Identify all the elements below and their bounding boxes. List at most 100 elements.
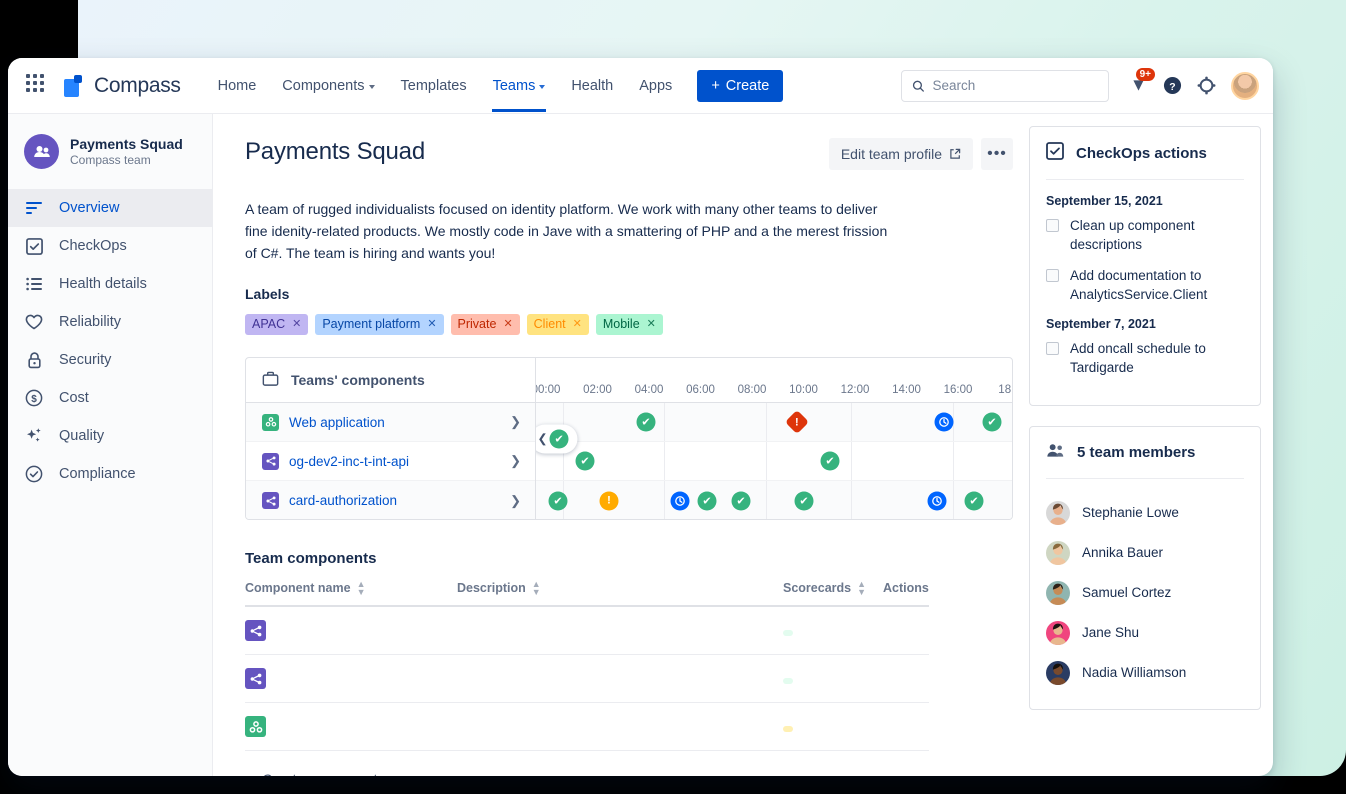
column-component-name[interactable]: Component name ▲▼ [245, 580, 457, 606]
brand-logo-and-name[interactable]: Compass [64, 74, 181, 98]
timeline-event-marker-ok[interactable]: ✔ [637, 413, 656, 432]
label-chip-payment-platform[interactable]: Payment platform ✕ [315, 314, 443, 335]
label-chip-client[interactable]: Client ✕ [527, 314, 589, 335]
sidebar-team-header: Payments Squad Compass team [8, 126, 212, 189]
page-more-actions-button[interactable]: ••• [981, 138, 1013, 170]
create-button[interactable]: + Create [697, 70, 783, 102]
label-chip-mobile[interactable]: Mobile ✕ [596, 314, 663, 335]
edit-team-profile-button[interactable]: Edit team profile [829, 138, 973, 170]
timeline-gridline [953, 481, 954, 519]
team-components-title: Team components [245, 550, 1029, 567]
chevron-right-icon[interactable]: ❯ [510, 453, 521, 469]
checkops-task[interactable]: Add oncall schedule to Tardigarde [1046, 339, 1244, 377]
timeline-event-marker-err[interactable]: ! [785, 410, 809, 434]
timeline-component-name[interactable]: Web application [289, 415, 385, 430]
member-name: Annika Bauer [1082, 545, 1163, 560]
avatar[interactable] [1231, 72, 1259, 100]
close-icon[interactable]: ✕ [427, 317, 436, 332]
task-checkbox[interactable] [1046, 269, 1059, 282]
timeline-event-marker-ok[interactable]: ✔ [698, 491, 717, 510]
timeline-scroll-left-button[interactable]: ❮ ✔ [536, 424, 578, 453]
cell-actions [883, 606, 929, 655]
avatar [1046, 541, 1070, 565]
timeline-row-og-dev2-inc-t-int-api[interactable]: og-dev2-inc-t-int-api ❯ [246, 442, 535, 481]
apps-grid-icon[interactable] [26, 74, 50, 98]
timeline-event-marker-warn[interactable]: ! [600, 491, 619, 510]
list-item[interactable]: Stephanie Lowe [1046, 493, 1244, 533]
chevron-right-icon[interactable]: ❯ [510, 493, 521, 509]
list-item[interactable]: Samuel Cortez [1046, 573, 1244, 613]
sidebar-item-label: Quality [59, 428, 104, 444]
timeline-row-card-authorization[interactable]: card-authorization ❯ [246, 481, 535, 520]
timeline-event-marker-ok[interactable]: ✔ [732, 491, 751, 510]
help-button[interactable]: ? [1157, 71, 1187, 101]
checkops-task[interactable]: Add documentation to AnalyticsService.Cl… [1046, 266, 1244, 304]
team-description: A team of rugged individualists focused … [245, 198, 900, 264]
sidebar-item-reliability[interactable]: Reliability [8, 303, 212, 341]
list-item[interactable]: Annika Bauer [1046, 533, 1244, 573]
table-row [245, 606, 929, 655]
app-body: Payments Squad Compass team Overview [8, 114, 1273, 776]
sidebar-item-label: Security [59, 352, 111, 368]
nav-item-health[interactable]: Health [560, 60, 624, 112]
nav-item-components[interactable]: Components [271, 60, 385, 112]
timeline-event-marker-ok[interactable]: ✔ [821, 452, 840, 471]
close-icon[interactable]: ✕ [292, 317, 301, 332]
settings-button[interactable] [1191, 71, 1221, 101]
main-content: Payments Squad Edit team profile ••• [213, 114, 1029, 776]
sidebar-item-security[interactable]: Security [8, 341, 212, 379]
sidebar-item-checkops[interactable]: CheckOps [8, 227, 212, 265]
timeline-component-name[interactable]: card-authorization [289, 493, 397, 508]
timeline-row-web-application[interactable]: Web application ❯ [246, 403, 535, 442]
team-components-table: Component name ▲▼ Description ▲▼ Scoreca… [245, 580, 929, 751]
close-icon[interactable]: ✕ [647, 317, 656, 332]
create-component-link[interactable]: + Create component [245, 771, 1029, 776]
notifications-button[interactable]: 9+ [1123, 71, 1153, 101]
close-icon[interactable]: ✕ [503, 317, 512, 332]
checkops-task[interactable]: Clean up component descriptions [1046, 216, 1244, 254]
cell-component-name [245, 655, 457, 703]
avatar [1046, 661, 1070, 685]
timeline-event-marker[interactable]: ✔ [550, 429, 569, 448]
task-checkbox[interactable] [1046, 219, 1059, 232]
timeline-chart-area[interactable]: 00:0002:0004:0006:0008:0010:0012:0014:00… [536, 358, 1012, 519]
sidebar-item-quality[interactable]: Quality [8, 417, 212, 455]
nav-item-apps[interactable]: Apps [628, 60, 683, 112]
timeline-event-marker-info[interactable] [935, 413, 954, 432]
timeline-event-marker-info[interactable] [671, 491, 690, 510]
sidebar-item-cost[interactable]: $ Cost [8, 379, 212, 417]
checkops-card-title: CheckOps actions [1076, 145, 1207, 162]
nav-item-templates[interactable]: Templates [390, 60, 478, 112]
label-chip-apac[interactable]: APAC ✕ [245, 314, 308, 335]
column-label: Scorecards [783, 581, 851, 595]
page-header: Payments Squad Edit team profile ••• [245, 138, 1029, 170]
close-icon[interactable]: ✕ [573, 317, 582, 332]
label-chip-private[interactable]: Private ✕ [451, 314, 520, 335]
timeline-tick: 10:00 [789, 384, 818, 396]
nav-item-home[interactable]: Home [207, 60, 268, 112]
nav-item-teams[interactable]: Teams [482, 60, 557, 112]
task-checkbox[interactable] [1046, 342, 1059, 355]
search-input[interactable] [932, 78, 1098, 93]
cell-description [457, 606, 783, 655]
search-box[interactable] [901, 70, 1109, 102]
sidebar-item-health-details[interactable]: Health details [8, 265, 212, 303]
table-header-row: Component name ▲▼ Description ▲▼ Scoreca… [245, 580, 929, 606]
timeline-event-marker-ok[interactable]: ✔ [576, 452, 595, 471]
labels-list: APAC ✕ Payment platform ✕ Private ✕ Clie… [245, 314, 1029, 335]
timeline-event-marker-ok[interactable]: ✔ [983, 413, 1002, 432]
chevron-right-icon[interactable]: ❯ [510, 414, 521, 430]
timeline-event-marker-ok[interactable]: ✔ [549, 491, 568, 510]
list-item[interactable]: Jane Shu [1046, 613, 1244, 653]
timeline-gridline [851, 442, 852, 480]
timeline-event-marker-ok[interactable]: ✔ [965, 491, 984, 510]
column-label: Component name [245, 581, 351, 595]
timeline-event-marker-info[interactable] [928, 491, 947, 510]
timeline-component-name[interactable]: og-dev2-inc-t-int-api [289, 454, 409, 469]
list-item[interactable]: Nadia Williamson [1046, 653, 1244, 693]
sidebar-item-overview[interactable]: Overview [8, 189, 212, 227]
column-description[interactable]: Description ▲▼ [457, 580, 783, 606]
timeline-event-marker-ok[interactable]: ✔ [795, 491, 814, 510]
column-scorecards[interactable]: Scorecards ▲▼ [783, 580, 883, 606]
sidebar-item-compliance[interactable]: Compliance [8, 455, 212, 493]
